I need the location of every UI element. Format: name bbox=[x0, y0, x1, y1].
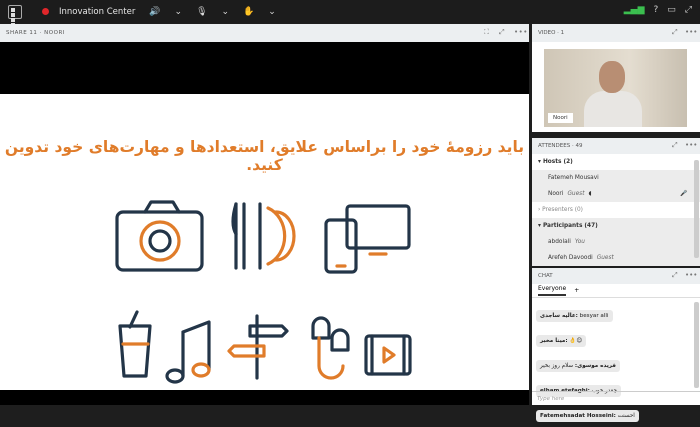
fullscreen-icon[interactable]: ⤢ bbox=[672, 141, 678, 150]
video-pod-header: VIDEO · 1 ⤢ ••• bbox=[532, 24, 700, 42]
top-bar: Innovation Center 🔊 ⌄ 🎙 ⌄ ✋ ⌄ ▂▄▆ ? ▭ ⤢ bbox=[0, 0, 700, 27]
chat-messages: عالیه ساجدی: besyar alli مینا مخبر: 👌😊 ف… bbox=[536, 302, 688, 427]
chat-scrollbar[interactable] bbox=[694, 302, 699, 388]
help-icon[interactable]: ? bbox=[654, 5, 659, 15]
share-pod: SHARE 11 · NOORI ⛶ ⤢ ••• باید رزومهٔ خود… bbox=[0, 24, 529, 405]
connection-icon[interactable]: ▂▄▆ bbox=[624, 5, 645, 15]
fullscreen-icon[interactable]: ⤢ bbox=[672, 271, 678, 280]
share-pod-header: SHARE 11 · NOORI ⛶ ⤢ ••• bbox=[0, 24, 529, 42]
record-icon[interactable] bbox=[42, 8, 49, 15]
chat-input[interactable]: Type here bbox=[532, 391, 700, 405]
chat-message: عالیه ساجدی: besyar alli bbox=[536, 310, 613, 322]
participants-section[interactable]: ▾ Participants (47) bbox=[532, 218, 700, 234]
tab-everyone[interactable]: Everyone bbox=[538, 285, 567, 296]
attendee-row[interactable]: abdolali You bbox=[532, 234, 700, 250]
chevron-down-icon[interactable]: ⌄ bbox=[175, 7, 183, 17]
meeting-title: Innovation Center bbox=[59, 6, 136, 17]
video-pod: VIDEO · 1 ⤢ ••• Noori bbox=[532, 24, 700, 132]
more-options-icon[interactable]: ••• bbox=[685, 28, 697, 36]
share-pod-title: SHARE 11 · NOORI bbox=[6, 30, 65, 36]
chat-message: Fatemehsadat Hosseini: احسنت bbox=[536, 410, 639, 422]
slide-illustration bbox=[115, 200, 412, 384]
more-options-icon[interactable]: ••• bbox=[685, 141, 697, 149]
layout-icon[interactable]: ▭ bbox=[667, 5, 676, 15]
speaking-icon: ◖ bbox=[588, 191, 592, 197]
person-image bbox=[584, 91, 642, 127]
video-film-icon bbox=[364, 334, 412, 376]
fullscreen-icon[interactable]: ⤢ bbox=[672, 28, 678, 37]
chevron-down-icon[interactable]: ⌄ bbox=[222, 7, 230, 17]
devices-icon bbox=[324, 204, 411, 274]
chat-tabs: Everyone + bbox=[532, 284, 700, 298]
music-icon bbox=[165, 320, 211, 384]
microphone-icon[interactable]: 🎙 bbox=[196, 7, 207, 17]
raise-hand-icon[interactable]: ✋ bbox=[243, 7, 254, 17]
attendees-scrollbar[interactable] bbox=[694, 160, 699, 258]
microphone-icon: 🎤 bbox=[680, 191, 688, 197]
chevron-down-icon[interactable]: ⌄ bbox=[268, 7, 276, 17]
attendee-row[interactable]: Fatemeh Mousavi bbox=[532, 170, 700, 186]
more-options-icon[interactable]: ••• bbox=[685, 271, 697, 279]
slide: باید رزومهٔ خود را براساس علایق، استعداد… bbox=[0, 94, 529, 390]
chat-message: مینا مخبر: 👌😊 bbox=[536, 335, 587, 347]
webcam-feed[interactable]: Noori bbox=[544, 49, 687, 127]
chat-message: فریده موسوی: سلام روز بخیر bbox=[536, 360, 620, 372]
add-tab-icon[interactable]: + bbox=[574, 287, 579, 294]
attendee-row[interactable]: Noori Guest ◖ 🎤 bbox=[532, 186, 700, 202]
earphones-icon bbox=[311, 316, 350, 380]
share-stage: باید رزومهٔ خود را براساس علایق، استعداد… bbox=[0, 42, 529, 405]
fullscreen-icon[interactable]: ⤢ bbox=[685, 5, 692, 15]
drink-icon bbox=[118, 310, 152, 378]
utensils-icon bbox=[231, 202, 296, 270]
chat-header: CHAT ⤢ ••• bbox=[532, 268, 700, 284]
fit-icon[interactable]: ⛶ bbox=[484, 28, 489, 37]
chat-title: CHAT bbox=[538, 273, 553, 279]
attendees-pod: ATTENDEES · 49 ⤢ ••• ▾ Hosts (2) Fatemeh… bbox=[532, 138, 700, 266]
video-pod-title: VIDEO · 1 bbox=[538, 30, 565, 36]
fullscreen-icon[interactable]: ⤢ bbox=[499, 28, 505, 37]
attendees-title: ATTENDEES · 49 bbox=[538, 143, 583, 149]
hosts-section[interactable]: ▾ Hosts (2) bbox=[532, 154, 700, 170]
speaker-icon[interactable]: 🔊 bbox=[149, 7, 160, 17]
chat-pod: CHAT ⤢ ••• Everyone + عالیه ساجدی: besya… bbox=[532, 268, 700, 422]
attendees-header: ATTENDEES · 49 ⤢ ••• bbox=[532, 138, 700, 154]
attendee-row[interactable]: Arefeh Davoodi Guest bbox=[532, 250, 700, 266]
presenters-section[interactable]: › Presenters (0) bbox=[532, 202, 700, 218]
video-name-tag: Noori bbox=[548, 113, 573, 123]
more-options-icon[interactable]: ••• bbox=[514, 28, 528, 36]
signpost-icon bbox=[227, 314, 289, 380]
camera-icon bbox=[115, 200, 204, 272]
app-menu-icon[interactable] bbox=[8, 4, 22, 27]
